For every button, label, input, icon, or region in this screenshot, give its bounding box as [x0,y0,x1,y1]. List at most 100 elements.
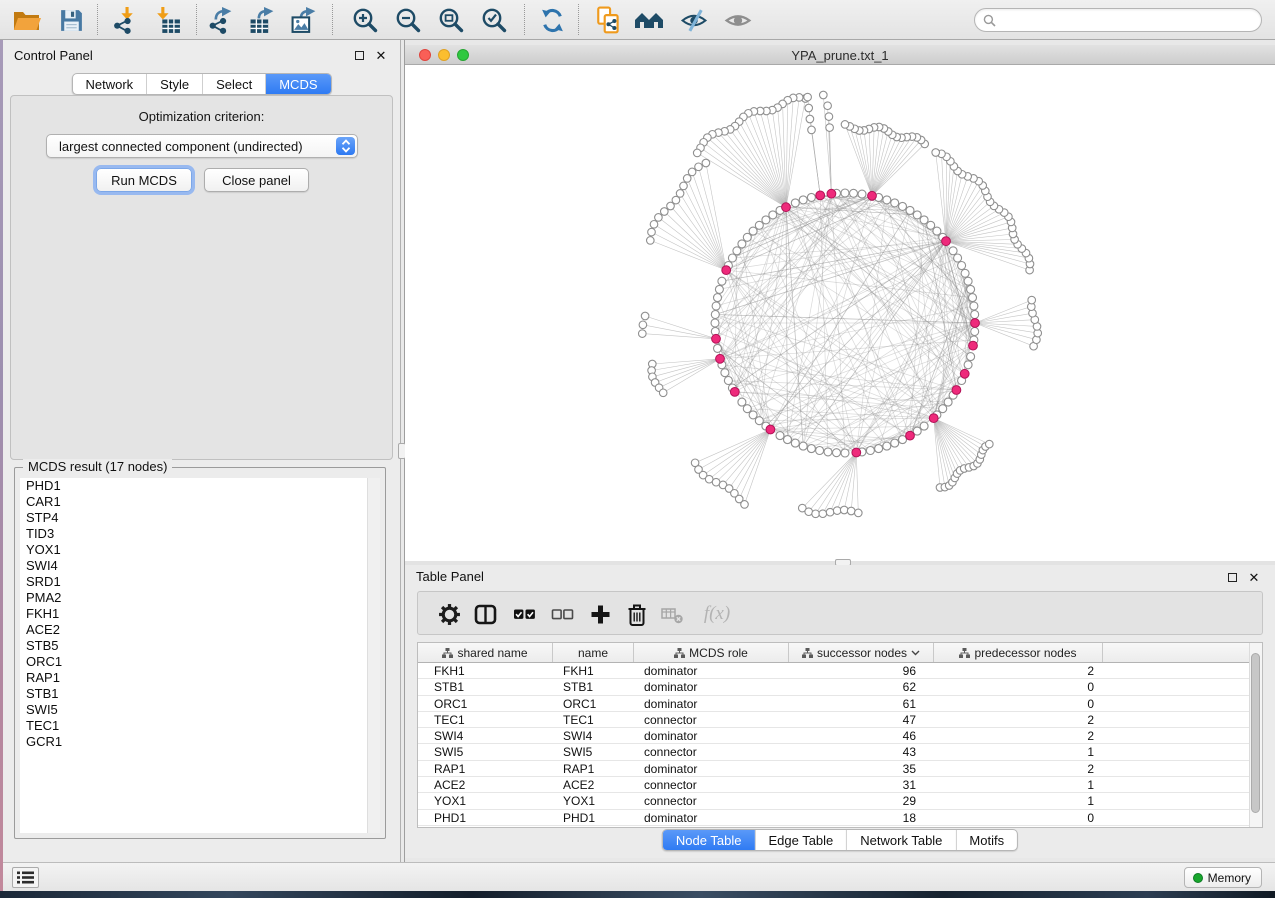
mcds-result-item[interactable]: STP4 [20,510,367,526]
network-node[interactable] [762,216,770,224]
network-node[interactable] [807,445,815,453]
network-leaf-node[interactable] [702,159,710,167]
network-node[interactable] [791,439,799,447]
export-image-button[interactable] [286,3,324,37]
network-canvas-svg[interactable] [405,65,1275,561]
network-node[interactable] [784,436,792,444]
network-node[interactable] [883,196,891,204]
network-leaf-node[interactable] [804,93,812,101]
network-leaf-node[interactable] [639,321,647,329]
show-panels-menu-button[interactable] [12,867,39,888]
zoom-fit-button[interactable] [432,3,470,37]
memory-button[interactable]: Memory [1184,867,1262,888]
network-node[interactable] [964,361,972,369]
unselect-all-button[interactable] [547,600,577,628]
network-node[interactable] [807,193,815,201]
tab-style[interactable]: Style [146,74,202,94]
mcds-result-item[interactable]: YOX1 [20,542,367,558]
mcds-result-item[interactable]: PHD1 [20,478,367,494]
network-leaf-node[interactable] [647,237,655,245]
zoom-out-button[interactable] [389,3,427,37]
tab-edge-table[interactable]: Edge Table [754,830,846,850]
network-mcds-hub-node[interactable] [852,448,861,457]
mcds-result-item[interactable]: PMA2 [20,590,367,606]
network-leaf-node[interactable] [847,507,855,515]
network-mcds-hub-node[interactable] [952,386,961,395]
export-network-button[interactable] [202,3,240,37]
network-node[interactable] [841,449,849,457]
network-leaf-node[interactable] [693,149,701,157]
mcds-result-item[interactable]: STB1 [20,686,367,702]
network-node[interactable] [949,247,957,255]
open-file-button[interactable] [8,3,46,37]
column-header-predecessor-nodes[interactable]: predecessor nodes [934,643,1103,662]
network-node[interactable] [711,311,719,319]
network-leaf-node[interactable] [648,228,656,236]
network-leaf-node[interactable] [932,149,940,157]
table-row[interactable]: ACE2ACE2connector311 [418,777,1249,793]
table-panel-float-button[interactable] [1225,570,1239,584]
network-node[interactable] [958,262,966,270]
table-row[interactable]: TEC1TEC1connector472 [418,712,1249,728]
network-mcds-hub-node[interactable] [722,266,731,275]
network-node[interactable] [883,442,891,450]
network-node[interactable] [711,319,719,327]
network-leaf-node[interactable] [833,507,841,515]
tab-motifs[interactable]: Motifs [955,830,1017,850]
network-mcds-hub-node[interactable] [942,237,951,246]
network-leaf-node[interactable] [820,91,828,99]
network-node[interactable] [776,432,784,440]
network-mcds-hub-node[interactable] [868,191,877,200]
table-scrollbar[interactable] [1249,643,1262,827]
table-row[interactable]: FKH1FKH1dominator962 [418,663,1249,679]
network-node[interactable] [891,439,899,447]
network-node[interactable] [738,240,746,248]
save-session-button[interactable] [52,3,90,37]
control-panel-close-button[interactable]: ✕ [374,48,388,62]
clone-network-button[interactable] [590,3,628,37]
network-leaf-node[interactable] [824,102,832,110]
table-settings-button[interactable] [434,600,464,628]
refresh-view-button[interactable] [533,3,571,37]
network-window-titlebar[interactable]: YPA_prune.txt_1 [405,45,1275,65]
add-row-button[interactable] [585,600,615,628]
mcds-result-item[interactable]: TID3 [20,526,367,542]
column-header-name[interactable]: name [553,643,634,662]
network-node[interactable] [721,369,729,377]
network-node[interactable] [920,216,928,224]
export-table-button[interactable] [244,3,282,37]
network-leaf-node[interactable] [826,508,834,516]
table-row[interactable]: STB1STB1dominator620 [418,679,1249,695]
network-node[interactable] [718,277,726,285]
network-node[interactable] [964,277,972,285]
network-mcds-hub-node[interactable] [730,388,739,397]
search-input[interactable] [996,13,1253,27]
delete-selected-button[interactable] [622,600,652,628]
network-leaf-node[interactable] [819,510,827,518]
network-leaf-node[interactable] [667,202,675,210]
mcds-result-item[interactable]: RAP1 [20,670,367,686]
network-node[interactable] [906,206,914,214]
network-node[interactable] [913,211,921,219]
mcds-result-item[interactable]: CAR1 [20,494,367,510]
network-node[interactable] [724,377,732,385]
network-node[interactable] [961,269,969,277]
network-leaf-node[interactable] [695,163,703,171]
first-neighbors-button[interactable] [630,3,668,37]
network-node[interactable] [891,199,899,207]
tab-node-table[interactable]: Node Table [663,830,755,850]
network-node[interactable] [728,254,736,262]
network-node[interactable] [738,398,746,406]
network-node[interactable] [816,447,824,455]
import-network-button[interactable] [106,3,144,37]
network-node[interactable] [743,233,751,241]
control-panel-float-button[interactable] [352,48,366,62]
network-node[interactable] [733,247,741,255]
network-node[interactable] [714,294,722,302]
network-mcds-hub-node[interactable] [960,369,969,378]
network-node[interactable] [714,344,722,352]
network-node[interactable] [939,405,947,413]
tab-network[interactable]: Network [72,74,146,94]
search-field[interactable] [974,8,1262,32]
network-mcds-hub-node[interactable] [971,319,980,328]
